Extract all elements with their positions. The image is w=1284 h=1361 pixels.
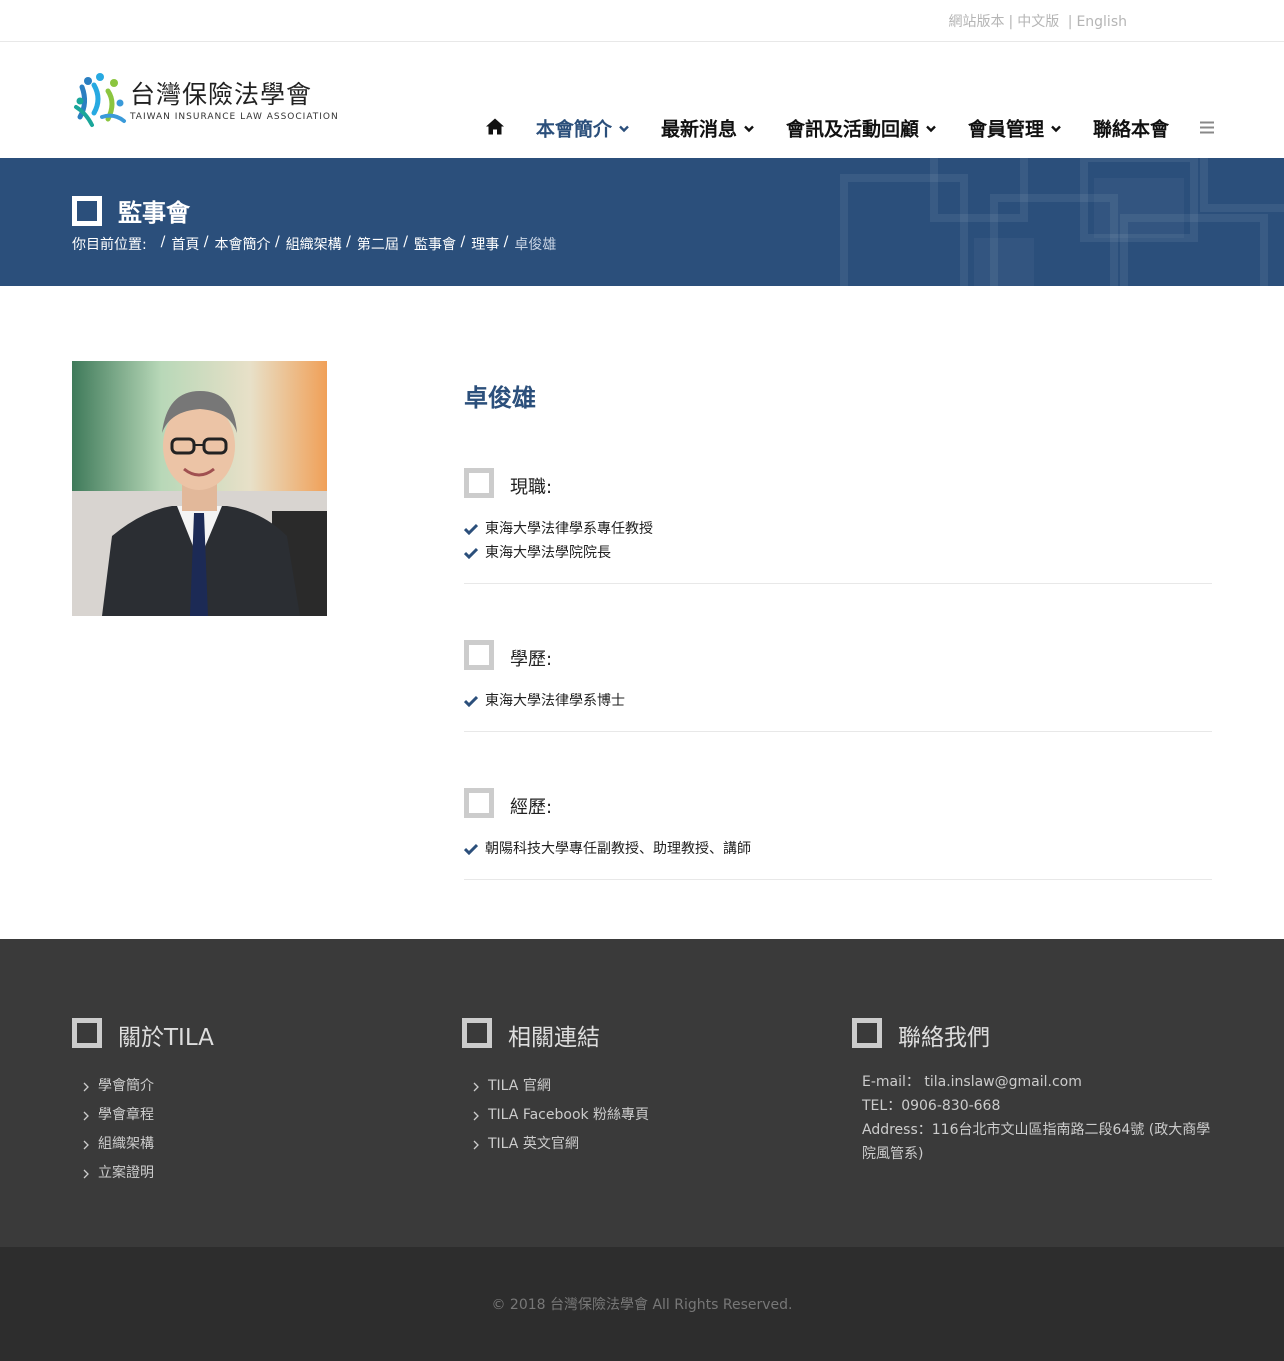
checkmark-icon <box>464 547 478 559</box>
footer-square-icon <box>462 1018 492 1048</box>
section-title: 學歷: <box>510 649 553 670</box>
contact-tel: TEL：0906-830-668 <box>862 1098 1001 1114</box>
profile-photo <box>72 361 327 616</box>
footer-contact: 聯絡我們 E-mail： tila.inslaw@gmail.com TEL：0… <box>852 1014 1212 1166</box>
footer-about: 關於TILA 學會簡介 學會章程 組織架構 立案證明 <box>72 1014 214 1188</box>
logo-name-zh: 台灣保險法學會 <box>130 80 313 109</box>
profile-details: 卓俊雄 現職: 東海大學法律學系專任教授 東海大學法學院院長 學歷: 東海大學法… <box>464 378 1212 880</box>
chevron-right-icon <box>473 1140 479 1149</box>
site-header: 台灣保險法學會 TAIWAN INSURANCE LAW ASSOCIATION… <box>0 42 1284 158</box>
footer-link[interactable]: TILA 官網 <box>472 1072 649 1101</box>
breadcrumb-home[interactable]: 首頁 <box>171 234 199 254</box>
footer-link[interactable]: 組織架構 <box>82 1130 214 1159</box>
title-square-icon <box>72 195 102 226</box>
nav-item-newsletter[interactable]: 會訊及活動回顧 <box>786 115 937 142</box>
hamburger-menu-icon <box>1200 121 1214 134</box>
copyright-text: © 2018 台灣保險法學會 All Rights Reserved. <box>491 1297 793 1313</box>
checkmark-icon <box>464 523 478 535</box>
footer-link[interactable]: TILA Facebook 粉絲專頁 <box>472 1101 649 1130</box>
section-square-icon <box>464 468 494 498</box>
footer-heading: 聯絡我們 <box>898 1025 990 1051</box>
checkmark-icon <box>464 843 478 855</box>
main-content: 卓俊雄 現職: 東海大學法律學系專任教授 東海大學法學院院長 學歷: 東海大學法… <box>0 286 1284 939</box>
section-current-position: 現職: 東海大學法律學系專任教授 東海大學法學院院長 <box>464 467 1212 584</box>
lang-chinese-link[interactable]: 中文版 <box>1017 11 1059 31</box>
list-item: 朝陽科技大學專任副教授、助理教授、講師 <box>464 837 1212 861</box>
list-item: 東海大學法學院院長 <box>464 541 1212 565</box>
nav-item-news[interactable]: 最新消息 <box>661 115 755 142</box>
chevron-down-icon <box>619 125 629 132</box>
nav-home[interactable] <box>485 117 505 139</box>
footer-square-icon <box>852 1018 882 1048</box>
section-square-icon <box>464 640 494 670</box>
logo-name-en: TAIWAN INSURANCE LAW ASSOCIATION <box>130 112 339 122</box>
footer-heading: 相關連結 <box>508 1025 600 1051</box>
footer-link[interactable]: 立案證明 <box>82 1159 214 1188</box>
lang-english-link[interactable]: English <box>1076 14 1127 30</box>
nav-item-members[interactable]: 會員管理 <box>968 115 1062 142</box>
chevron-down-icon <box>1051 125 1061 132</box>
page-title-band: 監事會 你目前位置: / 首頁 / 本會簡介 / 組織架構 / 第二屆 / 監事… <box>0 158 1284 286</box>
breadcrumb-supervisors[interactable]: 監事會 <box>414 234 456 254</box>
section-title: 現職: <box>510 477 553 498</box>
list-item: 東海大學法律學系博士 <box>464 689 1212 713</box>
breadcrumb-prefix: 你目前位置: <box>72 237 147 253</box>
footer-link[interactable]: 學會章程 <box>82 1101 214 1130</box>
chevron-right-icon <box>83 1169 89 1178</box>
site-footer: 關於TILA 學會簡介 學會章程 組織架構 立案證明 相關連結 TILA 官網 … <box>0 939 1284 1247</box>
contact-email[interactable]: E-mail： tila.inslaw@gmail.com <box>862 1070 1212 1094</box>
language-switcher: 網站版本 | 中文版 | English <box>949 11 1127 31</box>
section-title: 經歷: <box>510 797 553 818</box>
chevron-right-icon <box>473 1082 479 1091</box>
site-version-label: 網站版本 <box>948 14 1005 30</box>
breadcrumb-about[interactable]: 本會簡介 <box>215 234 271 254</box>
section-square-icon <box>464 788 494 818</box>
logo-figures-icon <box>74 73 126 127</box>
breadcrumb-directors[interactable]: 理事 <box>471 234 499 254</box>
breadcrumb: 你目前位置: / 首頁 / 本會簡介 / 組織架構 / 第二屆 / 監事會 / … <box>72 234 557 254</box>
footer-link[interactable]: TILA 英文官網 <box>472 1130 649 1159</box>
list-item: 東海大學法律學系專任教授 <box>464 517 1212 541</box>
copyright-bar: © 2018 台灣保險法學會 All Rights Reserved. <box>0 1247 1284 1361</box>
top-bar: 網站版本 | 中文版 | English <box>0 0 1284 42</box>
footer-square-icon <box>72 1018 102 1048</box>
checkmark-icon <box>464 695 478 707</box>
nav-item-about[interactable]: 本會簡介 <box>536 115 630 142</box>
breadcrumb-term[interactable]: 第二屆 <box>357 234 399 254</box>
footer-heading: 關於TILA <box>118 1025 214 1051</box>
contact-address: Address：116台北市文山區指南路二段64號 (政大商學院風管系) <box>862 1122 1211 1162</box>
section-education: 學歷: 東海大學法律學系博士 <box>464 639 1212 732</box>
home-icon <box>485 118 504 134</box>
chevron-down-icon <box>926 125 936 132</box>
footer-related-links: 相關連結 TILA 官網 TILA Facebook 粉絲專頁 TILA 英文官… <box>462 1014 649 1159</box>
nav-item-contact[interactable]: 聯絡本會 <box>1093 115 1169 142</box>
chevron-right-icon <box>83 1140 89 1149</box>
footer-link[interactable]: 學會簡介 <box>82 1072 214 1101</box>
chevron-right-icon <box>83 1111 89 1120</box>
chevron-down-icon <box>744 125 754 132</box>
breadcrumb-org[interactable]: 組織架構 <box>286 234 342 254</box>
main-nav: 本會簡介 最新消息 會訊及活動回顧 會員管理 聯絡本會 <box>485 115 1214 142</box>
section-experience: 經歷: 朝陽科技大學專任副教授、助理教授、講師 <box>464 787 1212 880</box>
site-logo[interactable]: 台灣保險法學會 TAIWAN INSURANCE LAW ASSOCIATION <box>72 72 339 130</box>
chevron-right-icon <box>473 1111 479 1120</box>
person-name: 卓俊雄 <box>464 384 536 412</box>
nav-menu-toggle[interactable] <box>1169 119 1214 138</box>
breadcrumb-current: 卓俊雄 <box>514 237 557 253</box>
chevron-right-icon <box>83 1082 89 1091</box>
page-title: 監事會 <box>118 199 190 227</box>
decorative-squares-pattern <box>840 158 1284 286</box>
